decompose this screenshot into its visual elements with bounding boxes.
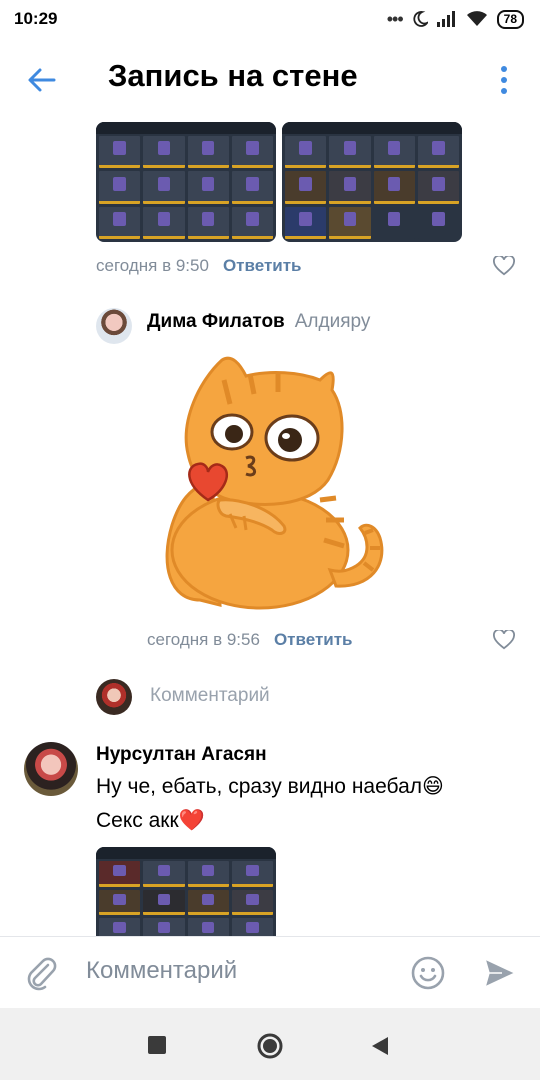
system-nav-bar: [0, 1008, 540, 1080]
reply-link[interactable]: Ответить: [274, 630, 353, 649]
comment-attachments: [96, 122, 462, 242]
comment-text-line: Ну че, ебать, сразу видно наебал😄: [96, 775, 444, 798]
avatar[interactable]: [96, 308, 132, 344]
signal-icon: [436, 11, 455, 27]
moon-icon: [413, 11, 428, 27]
reply-addressee[interactable]: Алдияру: [295, 311, 371, 332]
comment-timestamp: сегодня в 9:50: [96, 256, 209, 275]
send-icon[interactable]: [482, 955, 518, 991]
comment-composer: Комментарий: [0, 936, 540, 1008]
battery-icon: 78: [496, 9, 524, 29]
attachment-image[interactable]: [96, 122, 276, 242]
status-icons: ••• 78: [387, 9, 524, 30]
paperclip-icon[interactable]: [24, 955, 60, 991]
avatar[interactable]: [24, 742, 78, 796]
like-heart-icon[interactable]: [493, 256, 515, 276]
peach-cat-kiss-sticker[interactable]: [160, 350, 396, 612]
reply-prompt[interactable]: Комментарий: [150, 685, 270, 707]
comment-timestamp: сегодня в 9:56: [147, 630, 260, 649]
more-dots-icon: •••: [386, 8, 404, 29]
arrow-left-icon[interactable]: [26, 64, 58, 96]
comment-meta: сегодня в 9:50 Ответить: [96, 256, 302, 276]
smiley-icon[interactable]: [410, 955, 446, 991]
attachment-image[interactable]: [96, 847, 276, 936]
app-header: Запись на стене: [0, 38, 540, 122]
vertical-dots-icon[interactable]: [498, 64, 510, 96]
current-user-avatar: [96, 679, 132, 715]
like-heart-icon[interactable]: [493, 630, 515, 650]
comment-meta: сегодня в 9:56 Ответить: [147, 630, 353, 650]
comment-input[interactable]: Комментарий: [86, 957, 237, 985]
home-button[interactable]: [257, 1033, 283, 1059]
reply-link[interactable]: Ответить: [223, 256, 302, 275]
status-bar: 10:29 ••• 78: [0, 0, 540, 38]
back-triangle-icon[interactable]: [370, 1035, 390, 1057]
author-name: Дима Филатов: [147, 311, 285, 332]
attachment-image[interactable]: [282, 122, 462, 242]
page-title: Запись на стене: [108, 58, 358, 93]
comments-feed[interactable]: сегодня в 9:50 Ответить Дима Филатов Алдия…: [0, 122, 540, 936]
author-name: Нурсултан Агасян: [96, 744, 267, 765]
comment-text-line: Секс акк❤️: [96, 809, 205, 832]
comment-text: Ну че, ебать, сразу видно наебал😄 Секс а…: [96, 770, 516, 838]
status-time: 10:29: [14, 9, 58, 28]
recents-button[interactable]: [148, 1036, 166, 1054]
wifi-icon: [466, 11, 487, 26]
comment-author[interactable]: Дима Филатов Алдияру: [147, 311, 370, 333]
comment-author[interactable]: Нурсултан Агасян: [96, 744, 267, 766]
